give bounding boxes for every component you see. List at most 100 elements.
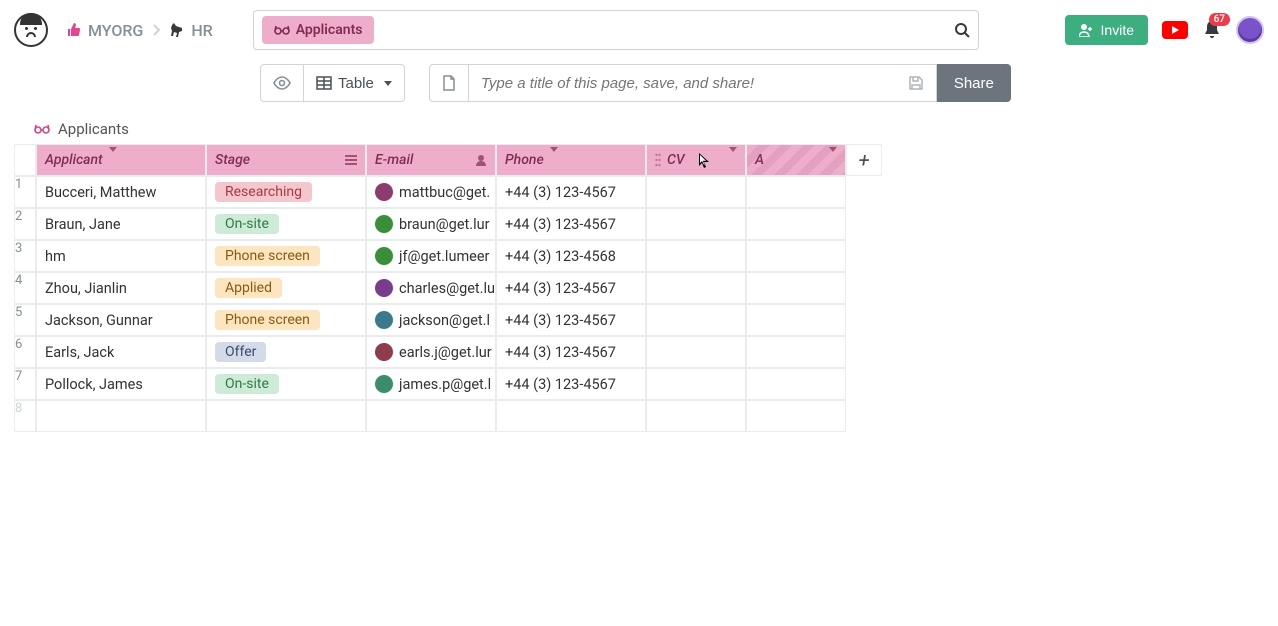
cell-phone[interactable]: +44 (3) 123-4568 bbox=[496, 240, 646, 272]
cell-applicant[interactable]: Pollock, James bbox=[36, 368, 206, 400]
page-title-input[interactable] bbox=[469, 64, 896, 102]
cell-stage[interactable]: Applied bbox=[206, 272, 366, 304]
cell-applicant[interactable]: Earls, Jack bbox=[36, 336, 206, 368]
column-header-cv[interactable]: CV bbox=[646, 144, 746, 176]
cell-stage[interactable]: Phone screen bbox=[206, 304, 366, 336]
youtube-icon[interactable] bbox=[1162, 21, 1188, 39]
cell-email[interactable]: charles@get.lu bbox=[366, 272, 496, 304]
breadcrumb-project[interactable]: HR bbox=[169, 21, 212, 40]
cell-a[interactable] bbox=[746, 400, 846, 432]
file-icon bbox=[442, 75, 456, 91]
cell-phone[interactable]: +44 (3) 123-4567 bbox=[496, 336, 646, 368]
cell-phone[interactable] bbox=[496, 400, 646, 432]
cell-a[interactable] bbox=[746, 208, 846, 240]
column-header-applicant[interactable]: Applicant bbox=[36, 144, 206, 176]
cell-stage[interactable]: Researching bbox=[206, 176, 366, 208]
chevron-down-icon bbox=[544, 152, 558, 168]
email-text: james.p@get.l bbox=[399, 376, 491, 393]
chevron-down-icon bbox=[723, 152, 737, 168]
cell-stage[interactable]: On-site bbox=[206, 368, 366, 400]
email-text: mattbuc@get. bbox=[399, 184, 490, 201]
add-column-button[interactable]: + bbox=[846, 144, 882, 176]
cell-cv[interactable] bbox=[646, 208, 746, 240]
cell-phone[interactable]: +44 (3) 123-4567 bbox=[496, 304, 646, 336]
cell-email[interactable]: earls.j@get.lur bbox=[366, 336, 496, 368]
search-chip-applicants[interactable]: Applicants bbox=[262, 16, 375, 44]
notification-badge: 67 bbox=[1209, 13, 1230, 26]
cell-stage[interactable]: On-site bbox=[206, 208, 366, 240]
cell-cv[interactable] bbox=[646, 400, 746, 432]
column-header-a[interactable]: A bbox=[746, 144, 846, 176]
eye-icon bbox=[273, 76, 291, 90]
cell-a[interactable] bbox=[746, 240, 846, 272]
cell-cv[interactable] bbox=[646, 304, 746, 336]
avatar-icon bbox=[375, 247, 393, 265]
grip-icon bbox=[655, 153, 661, 167]
cell-applicant[interactable] bbox=[36, 400, 206, 432]
cell-a[interactable] bbox=[746, 304, 846, 336]
avatar-icon bbox=[375, 375, 393, 393]
plus-icon: + bbox=[858, 148, 869, 172]
horse-icon bbox=[169, 22, 185, 38]
visibility-button[interactable] bbox=[260, 64, 304, 102]
glasses-icon bbox=[274, 24, 290, 36]
email-text: earls.j@get.lur bbox=[399, 344, 492, 361]
notifications-button[interactable]: 67 bbox=[1202, 19, 1222, 41]
cell-cv[interactable] bbox=[646, 368, 746, 400]
column-label: Applicant bbox=[45, 152, 103, 168]
cell-email[interactable]: jf@get.lumeer bbox=[366, 240, 496, 272]
cell-email[interactable] bbox=[366, 400, 496, 432]
user-plus-icon bbox=[1079, 23, 1093, 37]
cell-email[interactable]: james.p@get.l bbox=[366, 368, 496, 400]
share-button[interactable]: Share bbox=[937, 64, 1011, 102]
cell-cv[interactable] bbox=[646, 240, 746, 272]
view-type-dropdown[interactable]: Table bbox=[304, 64, 405, 102]
cell-applicant[interactable]: Bucceri, Matthew bbox=[36, 176, 206, 208]
cell-email[interactable]: mattbuc@get. bbox=[366, 176, 496, 208]
column-label: CV bbox=[667, 152, 685, 168]
column-header-stage[interactable]: Stage bbox=[206, 144, 366, 176]
cell-cv[interactable] bbox=[646, 272, 746, 304]
cell-stage[interactable]: Offer bbox=[206, 336, 366, 368]
cell-a[interactable] bbox=[746, 176, 846, 208]
cell-applicant[interactable]: hm bbox=[36, 240, 206, 272]
cursor-icon bbox=[699, 153, 711, 169]
breadcrumb-org[interactable]: MYORG bbox=[66, 21, 143, 40]
cell-applicant[interactable]: Zhou, Jianlin bbox=[36, 272, 206, 304]
cell-phone[interactable]: +44 (3) 123-4567 bbox=[496, 176, 646, 208]
cell-phone[interactable]: +44 (3) 123-4567 bbox=[496, 272, 646, 304]
save-icon bbox=[908, 75, 924, 91]
search-icon[interactable] bbox=[954, 22, 970, 38]
stage-pill: Phone screen bbox=[215, 310, 320, 330]
app-logo[interactable] bbox=[14, 13, 48, 47]
cell-cv[interactable] bbox=[646, 336, 746, 368]
user-avatar[interactable] bbox=[1236, 16, 1264, 44]
cell-a[interactable] bbox=[746, 368, 846, 400]
column-header-phone[interactable]: Phone bbox=[496, 144, 646, 176]
cell-applicant[interactable]: Braun, Jane bbox=[36, 208, 206, 240]
cell-phone[interactable]: +44 (3) 123-4567 bbox=[496, 208, 646, 240]
cell-a[interactable] bbox=[746, 336, 846, 368]
search-bar[interactable]: Applicants bbox=[253, 10, 979, 50]
cell-applicant[interactable]: Jackson, Gunnar bbox=[36, 304, 206, 336]
search-input[interactable] bbox=[382, 22, 945, 38]
table-title: Applicants bbox=[34, 120, 1264, 138]
share-label: Share bbox=[954, 75, 994, 92]
invite-button[interactable]: Invite bbox=[1065, 15, 1148, 45]
cell-stage[interactable] bbox=[206, 400, 366, 432]
cell-phone[interactable]: +44 (3) 123-4567 bbox=[496, 368, 646, 400]
stage-pill: Phone screen bbox=[215, 246, 320, 266]
save-button[interactable] bbox=[896, 64, 937, 102]
breadcrumb-project-label: HR bbox=[191, 21, 212, 40]
cell-stage[interactable]: Phone screen bbox=[206, 240, 366, 272]
column-header-email[interactable]: E-mail bbox=[366, 144, 496, 176]
chevron-right-icon bbox=[151, 23, 161, 37]
row-number: 8 bbox=[14, 400, 36, 432]
page-icon-button[interactable] bbox=[429, 64, 469, 102]
row-number: 2 bbox=[14, 208, 36, 240]
cell-email[interactable]: jackson@get.l bbox=[366, 304, 496, 336]
cell-cv[interactable] bbox=[646, 176, 746, 208]
cell-email[interactable]: braun@get.lur bbox=[366, 208, 496, 240]
cell-a[interactable] bbox=[746, 272, 846, 304]
chevron-down-icon bbox=[823, 152, 837, 168]
